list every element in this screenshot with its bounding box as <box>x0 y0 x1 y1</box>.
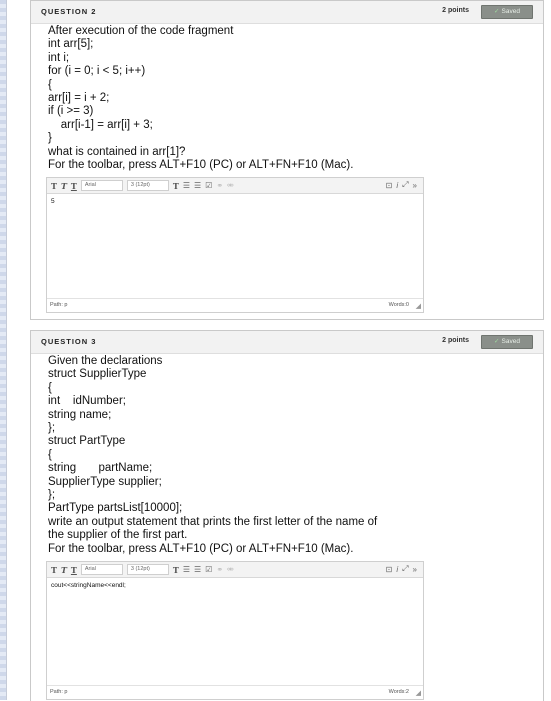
text-color-icon[interactable]: T <box>173 565 179 575</box>
question-line: int i; <box>48 51 70 64</box>
left-border <box>0 0 7 700</box>
check-icon: ✓ <box>494 8 500 15</box>
question-line: arr[i] = i + 2; <box>48 92 110 105</box>
question-line: for (i = 0; i < 5; i++) <box>48 65 146 78</box>
question-3: QUESTION 3 2 points ✓ Saved Given the dec… <box>30 330 544 701</box>
editor-content-area[interactable]: cout<<stringName<<endl; <box>47 578 423 685</box>
numbered-list-icon[interactable]: ☰ <box>194 565 201 574</box>
link-icon[interactable]: ⚭ <box>216 565 223 574</box>
question-line: struct PartType <box>48 435 126 448</box>
question-line: the supplier of the first part. <box>48 529 188 542</box>
saved-label: Saved <box>501 338 520 345</box>
question-line: PartType partsList[10000]; <box>48 502 183 515</box>
font-select[interactable]: Arial <box>80 180 123 191</box>
fullscreen-icon[interactable]: ⤢ <box>402 564 408 574</box>
link-icon[interactable]: ⚭ <box>216 181 223 190</box>
italic-icon[interactable]: T <box>61 181 67 191</box>
spellcheck-icon[interactable]: ☑ <box>205 181 212 190</box>
question-line: struct SupplierType <box>48 368 147 381</box>
question-line: int arr[5]; <box>48 38 94 51</box>
question-line: For the toolbar, press ALT+F10 (PC) or A… <box>48 542 354 555</box>
question-line: } <box>48 132 52 145</box>
question-line: { <box>48 381 52 394</box>
answer-text: cout<<stringName<<endl; <box>51 582 126 589</box>
question-line: SupplierType supplier; <box>48 475 162 488</box>
path-label: Path: p <box>50 302 68 308</box>
bullet-list-icon[interactable]: ☰ <box>183 181 190 190</box>
expand-toolbar-icon[interactable]: » <box>413 565 417 574</box>
insert-content-icon[interactable]: ⊡ <box>386 181 393 190</box>
question-2: QUESTION 2 2 points ✓ Saved After executi… <box>30 0 544 320</box>
editor-content-area[interactable]: 5 <box>47 194 423 298</box>
answer-text: 5 <box>51 198 55 205</box>
unlink-icon[interactable]: ⚮ <box>227 181 234 190</box>
resize-handle-icon[interactable]: ◢ <box>416 689 421 697</box>
question-line: For the toolbar, press ALT+F10 (PC) or A… <box>48 159 354 172</box>
editor-toolbar: T T T Arial 3 (12pt) T ☰ ☰ ☑ ⚭ ⚮ ⊡ i ⤢ » <box>47 178 423 194</box>
editor-statusbar: Path: p Words:0 ◢ <box>47 298 423 312</box>
question-points: 2 points <box>442 7 469 14</box>
answer-editor: T T T Arial 3 (12pt) T ☰ ☰ ☑ ⚭ ⚮ ⊡ i ⤢ »… <box>46 177 424 313</box>
question-header: QUESTION 3 2 points ✓ Saved <box>31 331 543 354</box>
bold-icon[interactable]: T <box>51 565 57 575</box>
expand-toolbar-icon[interactable]: » <box>413 181 417 190</box>
text-color-icon[interactable]: T <box>173 181 179 191</box>
question-line: write an output statement that prints th… <box>48 515 378 528</box>
italic-i-icon[interactable]: i <box>396 181 398 190</box>
size-select[interactable]: 3 (12pt) <box>126 564 169 575</box>
insert-content-icon[interactable]: ⊡ <box>386 565 393 574</box>
bullet-list-icon[interactable]: ☰ <box>183 565 190 574</box>
question-line: }; <box>48 489 56 502</box>
spellcheck-icon[interactable]: ☑ <box>205 565 212 574</box>
italic-icon[interactable]: T <box>61 565 67 575</box>
italic-i-icon[interactable]: i <box>396 565 398 574</box>
font-select[interactable]: Arial <box>80 564 123 575</box>
word-count: Words:0 <box>388 302 409 308</box>
question-line: { <box>48 78 52 91</box>
editor-toolbar: T T T Arial 3 (12pt) T ☰ ☰ ☑ ⚭ ⚮ ⊡ i ⤢ » <box>47 562 423 578</box>
question-line: After execution of the code fragment <box>48 25 234 37</box>
size-select[interactable]: 3 (12pt) <box>126 180 169 191</box>
unlink-icon[interactable]: ⚮ <box>227 565 234 574</box>
question-line: string name; <box>48 408 112 421</box>
question-title: QUESTION 3 <box>41 337 97 346</box>
question-line: }; <box>48 422 56 435</box>
editor-statusbar: Path: p Words:2 ◢ <box>47 685 423 699</box>
question-line: int idNumber; <box>48 395 126 408</box>
question-text: After execution of the code fragment int… <box>48 25 538 172</box>
question-text: Given the declarations struct SupplierTy… <box>48 355 538 556</box>
bold-icon[interactable]: T <box>51 181 57 191</box>
resize-handle-icon[interactable]: ◢ <box>416 302 421 310</box>
underline-icon[interactable]: T <box>71 565 77 575</box>
saved-badge: ✓ Saved <box>481 335 533 349</box>
question-line: if (i >= 3) <box>48 105 94 118</box>
underline-icon[interactable]: T <box>71 181 77 191</box>
question-points: 2 points <box>442 337 469 344</box>
saved-badge: ✓ Saved <box>481 5 533 19</box>
path-label: Path: p <box>50 689 68 695</box>
question-line: what is contained in arr[1]? <box>48 145 186 158</box>
question-line: Given the declarations <box>48 355 163 367</box>
question-title: QUESTION 2 <box>41 7 97 16</box>
question-line: string partName; <box>48 462 153 475</box>
answer-editor: T T T Arial 3 (12pt) T ☰ ☰ ☑ ⚭ ⚮ ⊡ i ⤢ »… <box>46 561 424 700</box>
fullscreen-icon[interactable]: ⤢ <box>402 180 408 190</box>
saved-label: Saved <box>501 8 520 15</box>
question-line: { <box>48 448 52 461</box>
check-icon: ✓ <box>494 338 500 345</box>
word-count: Words:2 <box>388 689 409 695</box>
question-header: QUESTION 2 2 points ✓ Saved <box>31 1 543 24</box>
numbered-list-icon[interactable]: ☰ <box>194 181 201 190</box>
question-line: arr[i-1] = arr[i] + 3; <box>48 118 153 131</box>
